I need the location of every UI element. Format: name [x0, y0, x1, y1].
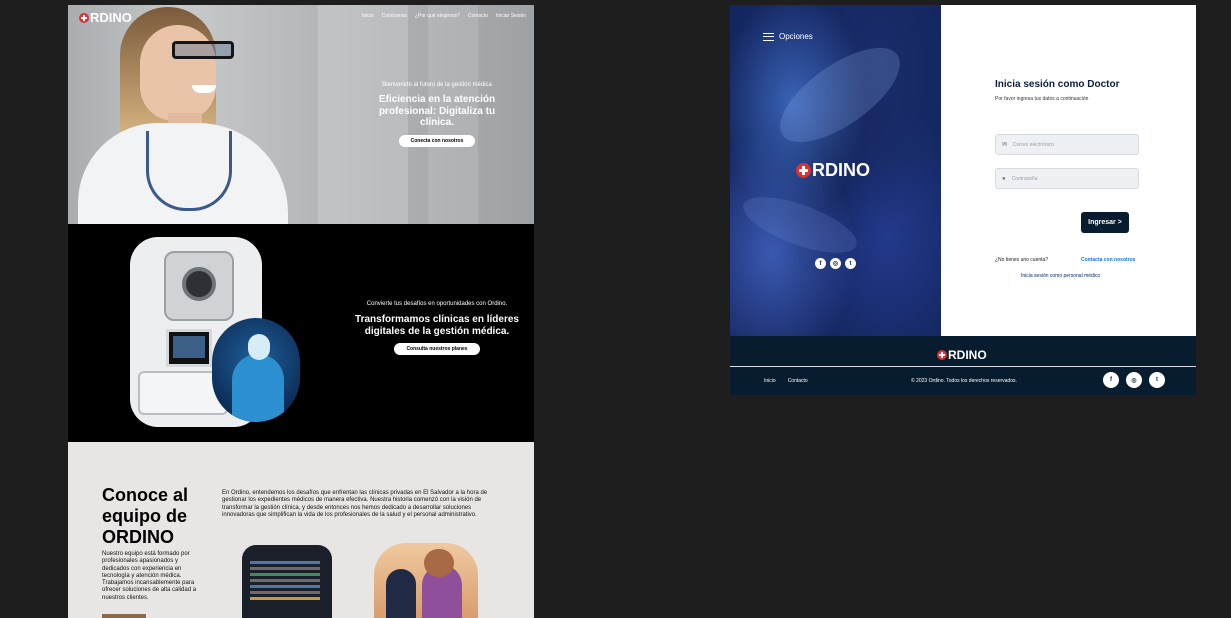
logo-text: RDINO	[90, 10, 132, 25]
password-field[interactable]: ●	[995, 168, 1139, 189]
team-subtitle: Nuestro equipo está formado por profesio…	[102, 551, 197, 601]
machine-screen-graphic	[166, 329, 212, 367]
twitter-icon[interactable]: t	[1149, 372, 1165, 388]
facebook-icon[interactable]: f	[815, 258, 826, 269]
person-head-graphic	[424, 549, 454, 577]
footer-divider	[730, 366, 1196, 367]
transform-kicker: Convierte tus desafíos en oportunidades …	[366, 301, 508, 307]
medical-cross-icon	[937, 350, 947, 360]
paint-streak-graphic	[765, 30, 915, 160]
footer-logo: RDINO	[937, 348, 987, 362]
footer-link-inicio[interactable]: Inicio	[764, 378, 776, 384]
connect-button[interactable]: Conecta con nosotros	[398, 134, 476, 147]
staff-body-graphic	[232, 354, 284, 422]
transform-section: Convierte tus desafíos en oportunidades …	[68, 224, 534, 442]
paint-streak-graphic	[736, 185, 864, 265]
user-icon: ●	[1002, 175, 1006, 182]
hero-kicker: Bienvenido al futuro de la gestión médic…	[382, 82, 492, 88]
top-navigation: RDINO Inicio Conócenos ¿Por qué elegirno…	[68, 5, 534, 29]
login-hint: Por favor ingresa tus datos a continuaci…	[995, 96, 1089, 102]
footer-link-contacto[interactable]: Contacto	[788, 378, 808, 384]
ordino-logo[interactable]: RDINO	[79, 10, 132, 25]
transform-headline: Transformamos clínicas en líderes digita…	[355, 314, 519, 337]
instagram-icon[interactable]: ◎	[830, 258, 841, 269]
hamburger-icon	[763, 32, 774, 41]
footer-social-links: f ◎ t	[1103, 372, 1165, 388]
artwork-panel: Opciones RDINO f ◎ t	[730, 5, 941, 336]
no-account-text: ¿No tienes uno cuenta?	[995, 257, 1049, 263]
hero-text-block: Bienvenido al futuro de la gestión médic…	[366, 82, 508, 147]
team-cta-button[interactable]	[102, 614, 146, 618]
nav-link-conocenos[interactable]: Conócenos	[382, 13, 407, 19]
nav-links: Inicio Conócenos ¿Por qué elegirnos? Con…	[362, 13, 526, 19]
login-page-frame: Opciones RDINO f ◎ t Inicia sesión como …	[730, 5, 1196, 395]
team-body: En Ordino, entendemos los desafíos que e…	[222, 490, 488, 519]
contact-us-link[interactable]: Contacta con nosotros	[1081, 257, 1135, 263]
password-input[interactable]	[1011, 175, 1122, 182]
medical-staff-photo	[212, 318, 300, 422]
logo-text: RDINO	[812, 160, 870, 180]
copyright-text: © 2023 Ordino. Todos los derechos reserv…	[911, 378, 1017, 384]
options-label: Opciones	[779, 32, 813, 41]
twitter-icon[interactable]: t	[845, 258, 856, 269]
nav-link-por-que-elegirnos[interactable]: ¿Por qué elegirnos?	[415, 13, 460, 19]
login-submit-button[interactable]: Ingresar >	[1081, 212, 1129, 233]
email-field[interactable]: ✉	[995, 134, 1139, 155]
medical-cross-icon	[79, 12, 89, 23]
nav-link-contacto[interactable]: Contacto	[468, 13, 488, 19]
instagram-icon[interactable]: ◎	[1126, 372, 1142, 388]
stethoscope-graphic	[146, 131, 232, 211]
medical-cross-icon	[796, 163, 811, 178]
staff-face-shield-graphic	[248, 334, 270, 360]
doctor-photo-glasses	[172, 41, 234, 59]
doctor-photo-face	[140, 25, 216, 121]
social-links: f ◎ t	[815, 258, 856, 269]
machine-lens-graphic	[182, 267, 216, 301]
hero-headline: Eficiencia en la atención profesional: D…	[378, 94, 496, 128]
code-lines-graphic	[250, 561, 320, 564]
plans-button[interactable]: Consulta nuestros planes	[394, 343, 480, 355]
hero-section: RDINO Inicio Conócenos ¿Por qué elegirno…	[68, 5, 534, 224]
nav-link-iniciar-sesion[interactable]: Iniciar Sesión	[496, 13, 526, 19]
email-input[interactable]	[1013, 141, 1124, 148]
transform-text-block: Convierte tus desafíos en oportunidades …	[352, 301, 522, 355]
team-section: Conoce al equipo de ORDINO Nuestro equip…	[68, 442, 534, 618]
options-menu-button[interactable]: Opciones	[763, 32, 813, 41]
site-footer: RDINO Inicio Contacto © 2023 Ordino. Tod…	[730, 336, 1196, 395]
team-title: Conoce al equipo de ORDINO	[102, 485, 189, 547]
code-screen-photo	[242, 545, 332, 618]
staff-login-link[interactable]: Inicia sesión como personal médico	[1021, 273, 1100, 279]
facebook-icon[interactable]: f	[1103, 372, 1119, 388]
person-graphic	[386, 569, 416, 618]
footer-logo-text: RDINO	[948, 348, 987, 362]
footer-links: Inicio Contacto	[764, 378, 808, 384]
login-panel: Inicia sesión como Doctor Por favor ingr…	[941, 5, 1196, 336]
ordino-logo: RDINO	[796, 160, 870, 181]
team-people-photo	[374, 543, 478, 618]
nav-link-inicio[interactable]: Inicio	[362, 13, 374, 19]
login-title: Inicia sesión como Doctor	[995, 79, 1120, 90]
landing-page-frame: RDINO Inicio Conócenos ¿Por qué elegirno…	[68, 5, 534, 618]
mail-icon: ✉	[1002, 142, 1008, 148]
